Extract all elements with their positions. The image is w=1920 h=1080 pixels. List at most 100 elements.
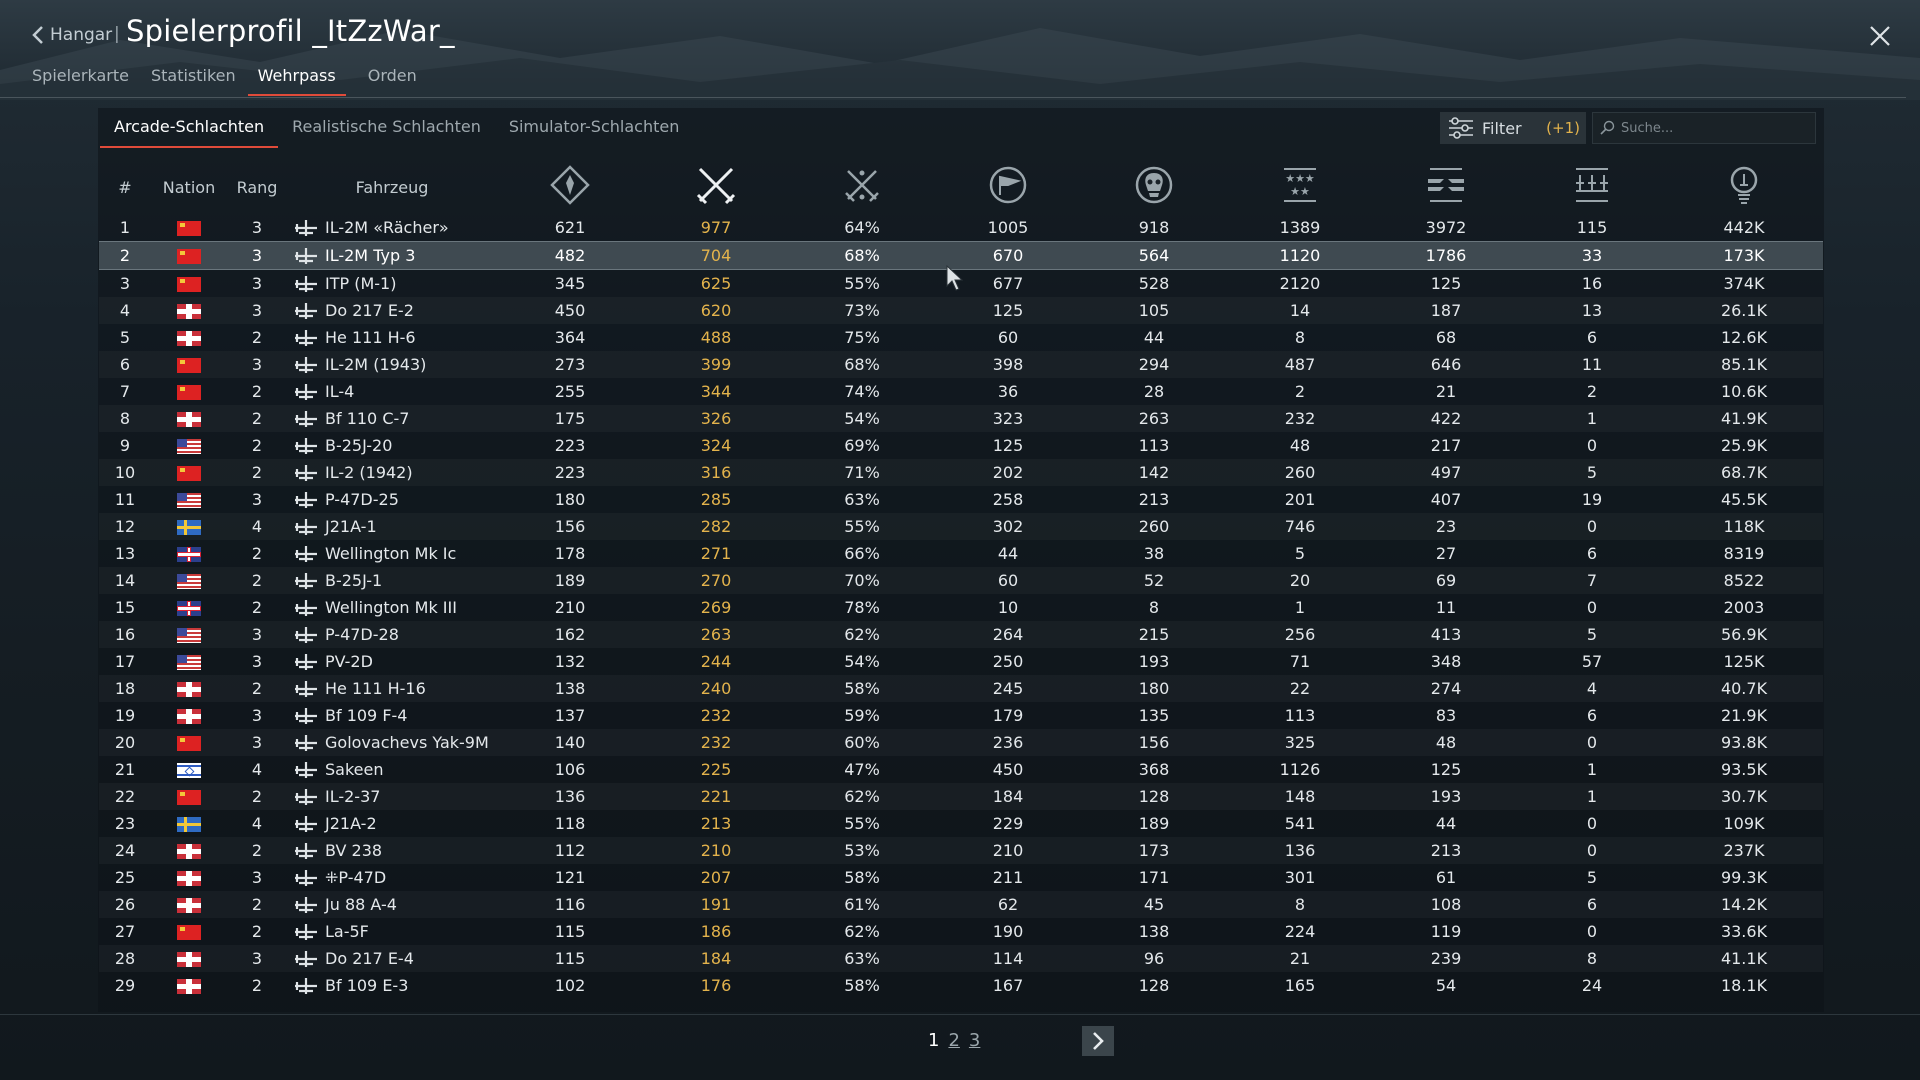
flag-ussr-icon bbox=[177, 736, 201, 751]
col-ground-kills-header[interactable] bbox=[1373, 160, 1519, 214]
naval-kills-cell: 33 bbox=[1519, 241, 1665, 270]
nation-cell bbox=[151, 513, 227, 540]
naval-kills-cell: 7 bbox=[1519, 567, 1665, 594]
tab-simulator-schlachten[interactable]: Simulator-Schlachten bbox=[495, 114, 694, 148]
col-kills-header[interactable] bbox=[643, 160, 789, 214]
table-row[interactable]: 9 2 B-25J-20 223 324 69% 125 113 48 217 0 25.9K bbox=[99, 432, 1823, 459]
col-rank-header[interactable]: Rang bbox=[227, 160, 287, 214]
ground-kills-cell: 11 bbox=[1435, 598, 1457, 617]
col-nation-header[interactable]: Nation bbox=[151, 160, 227, 214]
table-row[interactable]: 27 2 La-5F 115 186 62% 190 138 224 119 0 33.6K bbox=[99, 918, 1823, 945]
battle-mode-tabs: Arcade-Schlachten Realistische Schlachten… bbox=[100, 114, 693, 148]
capture-cell: 125 bbox=[935, 297, 1081, 324]
naval-kills-cell: 115 bbox=[1576, 218, 1608, 237]
table-row[interactable]: 23 4 J21A-2 118 213 55% 229 189 541 44 0 109K bbox=[99, 810, 1823, 837]
col-win-rate-header[interactable] bbox=[789, 160, 935, 214]
research-cell: 68.7K bbox=[1665, 459, 1823, 486]
flag-ussr-icon bbox=[177, 385, 201, 400]
table-row[interactable]: 22 2 IL-2-37 136 221 62% 184 128 148 193 1 30.7K bbox=[99, 783, 1823, 810]
page-1-link[interactable]: 1 bbox=[928, 1030, 939, 1051]
vehicle-cell: B-25J-1 bbox=[287, 567, 497, 594]
flag-usa-icon bbox=[177, 628, 201, 643]
tab-statistiken[interactable]: Statistiken bbox=[151, 62, 236, 96]
vehicle-cell: Bf 110 C-7 bbox=[287, 405, 497, 432]
vehicle-cell: He 111 H-6 bbox=[287, 324, 497, 351]
capture-cell: 10 bbox=[997, 598, 1019, 617]
vehicle-cell: J21A-2 bbox=[287, 810, 497, 837]
table-row[interactable]: 17 3 PV-2D 132 244 54% 250 193 71 348 57 125K bbox=[99, 648, 1823, 675]
page-2-link[interactable]: 2 bbox=[948, 1030, 959, 1051]
filter-button[interactable]: Filter (+1) bbox=[1440, 112, 1586, 144]
battles-cell: 180 bbox=[554, 490, 586, 509]
vehicle-name: IL-4 bbox=[325, 381, 355, 401]
table-row[interactable]: 8 2 Bf 110 C-7 175 326 54% 323 263 232 422 1 41.9K bbox=[99, 405, 1823, 432]
col-naval-kills-header[interactable] bbox=[1519, 160, 1665, 214]
capture-cell: 125 bbox=[992, 436, 1024, 455]
ground-kills-cell: 21 bbox=[1435, 382, 1457, 401]
flag-uk-icon bbox=[177, 547, 201, 562]
close-icon[interactable] bbox=[1866, 22, 1894, 50]
table-row[interactable]: 15 2 Wellington Mk III 210 269 78% 10 8 1 11 0 2003 bbox=[99, 594, 1823, 621]
table-row[interactable]: 24 2 BV 238 112 210 53% 210 173 136 213 0 237K bbox=[99, 837, 1823, 864]
search-input[interactable] bbox=[1617, 120, 1815, 136]
table-row[interactable]: 26 2 Ju 88 A-4 116 191 61% 62 45 8 108 6 14.2K bbox=[99, 891, 1823, 918]
vehicle-cell: B-25J-20 bbox=[287, 432, 497, 459]
kills-cell: 620 bbox=[643, 297, 789, 324]
col-battles-header[interactable] bbox=[497, 160, 643, 214]
deaths-cell: 193 bbox=[1138, 652, 1170, 671]
tab-orden[interactable]: Orden bbox=[368, 62, 417, 96]
ground-kills-cell: 187 bbox=[1373, 297, 1519, 324]
mouse-cursor-icon bbox=[946, 264, 964, 291]
kills-cell: 977 bbox=[700, 218, 732, 237]
tab-spielerkarte[interactable]: Spielerkarte bbox=[32, 62, 129, 96]
vehicle-name: P-47D-25 bbox=[325, 489, 399, 509]
naval-kills-cell: 1 bbox=[1586, 760, 1598, 779]
col-capture-header[interactable] bbox=[935, 160, 1081, 214]
tab-arcade-schlachten[interactable]: Arcade-Schlachten bbox=[100, 114, 279, 148]
nation-cell bbox=[151, 432, 227, 459]
table-row[interactable]: 1 3 IL-2M «Rächer» 621 977 64% 1005 918 1389 3972… bbox=[99, 214, 1823, 242]
table-row[interactable]: 13 2 Wellington Mk Ic 178 271 66% 44 38 5 27 6 8319 bbox=[99, 540, 1823, 567]
col-research-header[interactable] bbox=[1665, 160, 1823, 214]
table-row[interactable]: 21 4 Sakeen 106 225 47% 450 368 1126 125 1 93.5K bbox=[99, 756, 1823, 783]
table-row[interactable]: 20 3 Golovachevs Yak-9M 140 232 60% 236 156 325 4… bbox=[99, 729, 1823, 756]
research-cell: 125K bbox=[1723, 652, 1765, 671]
table-row[interactable]: 16 3 P-47D-28 162 263 62% 264 215 256 413 5 56.9K bbox=[99, 621, 1823, 648]
rank-cell: 2 bbox=[251, 382, 263, 401]
tab-wehrpass[interactable]: Wehrpass bbox=[247, 62, 346, 96]
table-row[interactable]: 25 3 ⁜P-47D 121 207 58% 211 171 301 61 5 99.3K bbox=[99, 864, 1823, 891]
rank-cell: 3 bbox=[251, 652, 263, 671]
aircraft-icon bbox=[295, 897, 317, 914]
table-row[interactable]: 29 2 Bf 109 E-3 102 176 58% 167 128 165 54 24 18.1K bbox=[99, 972, 1823, 999]
air-kills-cell: 5 bbox=[1294, 544, 1306, 563]
table-row[interactable]: 19 3 Bf 109 F-4 137 232 59% 179 135 113 83 6 21.9K bbox=[99, 702, 1823, 729]
table-row[interactable]: 12 4 J21A-1 156 282 55% 302 260 746 23 0 118K bbox=[99, 513, 1823, 540]
back-to-hangar-button[interactable]: Hangar bbox=[32, 20, 112, 50]
tab-realistische-schlachten[interactable]: Realistische Schlachten bbox=[278, 114, 495, 148]
kills-cell: 282 bbox=[643, 513, 789, 540]
vehicle-name: Wellington Mk Ic bbox=[325, 543, 457, 563]
table-row[interactable]: 7 2 IL-4 255 344 74% 36 28 2 21 2 10.6K bbox=[99, 378, 1823, 405]
col-air-kills-header[interactable]: ★★★ ★★ bbox=[1227, 160, 1373, 214]
capture-cell: 36 bbox=[997, 382, 1019, 401]
next-page-button[interactable] bbox=[1082, 1026, 1114, 1056]
table-row[interactable]: 6 3 IL-2M (1943) 273 399 68% 398 294 487 646 11 85.… bbox=[99, 351, 1823, 378]
table-row[interactable]: 18 2 He 111 H-16 138 240 58% 245 180 22 274 4 40.7K bbox=[99, 675, 1823, 702]
ground-kills-cell: 413 bbox=[1373, 621, 1519, 648]
col-vehicle-header[interactable]: Fahrzeug bbox=[287, 160, 497, 214]
page-3-link[interactable]: 3 bbox=[969, 1030, 980, 1051]
table-row[interactable]: 11 3 P-47D-25 180 285 63% 258 213 201 407 19 45.5K bbox=[99, 486, 1823, 513]
table-row[interactable]: 28 3 Do 217 E-4 115 184 63% 114 96 21 239 8 41.1K bbox=[99, 945, 1823, 972]
capture-cell: 323 bbox=[935, 405, 1081, 432]
flag-germany-icon bbox=[177, 898, 201, 913]
table-row[interactable]: 4 3 Do 217 E-2 450 620 73% 125 105 14 187 13 26.1K bbox=[99, 297, 1823, 324]
vehicle-name: Do 217 E-2 bbox=[325, 300, 414, 320]
air-kills-cell: 8 bbox=[1227, 891, 1373, 918]
col-deaths-header[interactable] bbox=[1081, 160, 1227, 214]
table-row[interactable]: 5 2 He 111 H-6 364 488 75% 60 44 8 68 6 12.6K bbox=[99, 324, 1823, 351]
table-row[interactable]: 10 2 IL-2 (1942) 223 316 71% 202 142 260 497 5 68.7… bbox=[99, 459, 1823, 486]
search-field[interactable] bbox=[1592, 112, 1816, 144]
capture-cell: 114 bbox=[935, 945, 1081, 972]
table-row[interactable]: 14 2 B-25J-1 189 270 70% 60 52 20 69 7 8522 bbox=[99, 567, 1823, 594]
col-index-header[interactable]: # bbox=[99, 160, 151, 214]
